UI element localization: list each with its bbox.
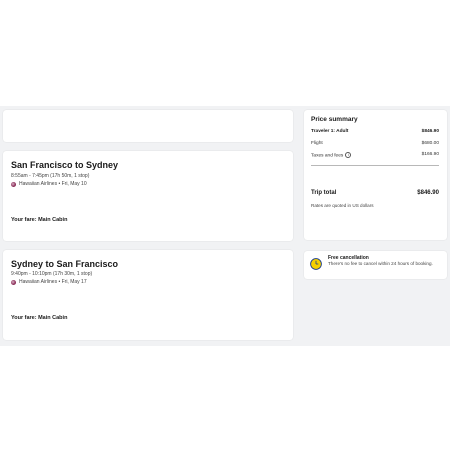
- flight-card-outbound[interactable]: San Francisco to Sydney 8:55am - 7:45pm …: [3, 151, 293, 241]
- flight-price-label: Flight: [311, 141, 323, 146]
- flight-times: 8:55am - 7:45pm (17h 50m, 1 stop): [11, 173, 90, 179]
- summary-divider: [311, 165, 439, 166]
- flight-times: 9:40pm - 10:10pm (17h 30m, 1 stop): [11, 271, 93, 277]
- airline-info: Hawaiian Airlines • Fri, May 17: [19, 279, 87, 285]
- clock-icon: [310, 258, 322, 270]
- trip-total-row: Trip total $846.90: [311, 190, 439, 196]
- price-summary-title: Price summary: [311, 116, 358, 123]
- flight-card-return[interactable]: Sydney to San Francisco 9:40pm - 10:10pm…: [3, 250, 293, 340]
- traveler-row: Traveler 1: Adult $846.90: [311, 129, 439, 134]
- hawaiian-airlines-logo-icon: [11, 181, 16, 187]
- flight-price-amount: $680.00: [421, 141, 439, 146]
- trip-total-amount: $846.90: [417, 190, 439, 196]
- fare-label: Your fare: Main Cabin: [11, 315, 68, 321]
- trip-total-label: Trip total: [311, 190, 337, 196]
- taxes-label-group: Taxes and fees i: [311, 152, 352, 159]
- taxes-label: Taxes and fees: [311, 153, 344, 159]
- taxes-amount: $166.90: [421, 152, 439, 157]
- info-icon[interactable]: i: [345, 152, 352, 158]
- flight-title: Sydney to San Francisco: [11, 259, 119, 269]
- fare-label: Your fare: Main Cabin: [11, 217, 68, 223]
- airline-row: Hawaiian Airlines • Fri, May 17: [11, 279, 87, 285]
- airline-info: Hawaiian Airlines • Fri, May 10: [19, 181, 87, 187]
- flight-title: San Francisco to Sydney: [11, 160, 119, 170]
- airline-row: Hawaiian Airlines • Fri, May 10: [11, 181, 87, 187]
- traveler-amount: $846.90: [421, 129, 439, 134]
- hawaiian-airlines-logo-icon: [11, 279, 16, 285]
- currency-note: Rates are quoted in US dollars: [311, 203, 374, 208]
- cancellation-text: There's no fee to cancel within 24 hours…: [328, 261, 433, 266]
- flight-price-row: Flight $680.00: [311, 141, 439, 146]
- taxes-row: Taxes and fees i $166.90: [311, 152, 439, 158]
- free-cancellation-card: Free cancellation There's no fee to canc…: [304, 251, 447, 279]
- traveler-label: Traveler 1: Adult: [311, 129, 349, 134]
- empty-card: [3, 110, 293, 142]
- price-summary-card: Price summary Traveler 1: Adult $846.90 …: [304, 110, 447, 240]
